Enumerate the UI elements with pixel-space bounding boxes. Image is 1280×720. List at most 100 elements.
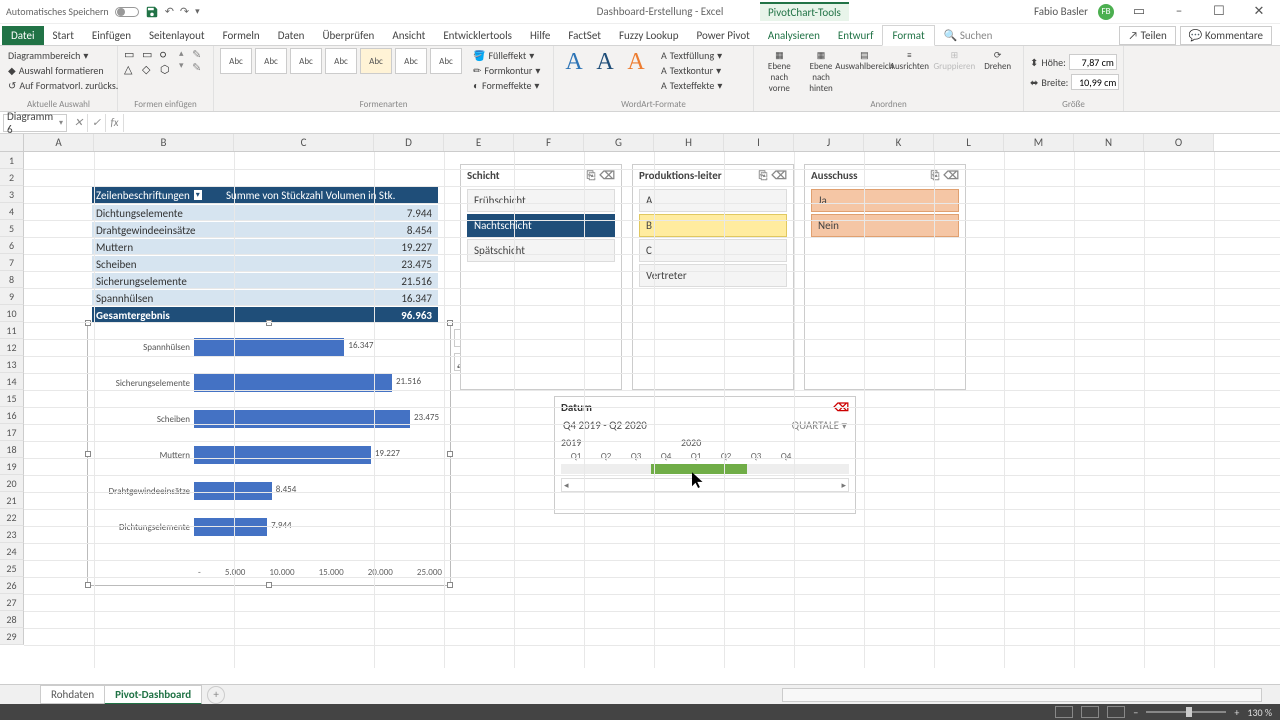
row-header[interactable]: 12 — [0, 339, 24, 356]
row-header[interactable]: 3 — [0, 186, 24, 203]
selection-pane-button[interactable]: ▤Auswahlbereich — [843, 48, 885, 74]
multiselect-icon[interactable]: ⎘ — [587, 169, 596, 183]
row-header[interactable]: 2 — [0, 169, 24, 186]
sheet-tab-pivot[interactable]: Pivot-Dashboard — [104, 685, 202, 705]
timeline-scrollbar[interactable]: ◂▸ — [561, 478, 849, 492]
normal-view-icon[interactable] — [1055, 706, 1073, 718]
qat-more-icon[interactable]: ▾ — [195, 6, 200, 17]
row-header[interactable]: 23 — [0, 526, 24, 543]
tab-daten[interactable]: Daten — [269, 26, 314, 45]
height-input[interactable] — [1069, 54, 1117, 70]
tab-powerpivot[interactable]: Power Pivot — [687, 26, 758, 45]
column-header[interactable]: K — [864, 134, 934, 151]
tab-analysieren[interactable]: Analysieren — [759, 26, 829, 45]
column-header[interactable]: C — [234, 134, 374, 151]
multiselect-icon[interactable]: ⎘ — [759, 169, 768, 183]
column-header[interactable]: J — [794, 134, 864, 151]
row-header[interactable]: 20 — [0, 475, 24, 492]
undo-icon[interactable]: ↶ — [165, 5, 174, 18]
spreadsheet-grid[interactable]: 1234567891011121314151617181920212223242… — [0, 152, 1280, 668]
tab-suchen[interactable]: 🔍 Suchen — [935, 26, 1002, 45]
text-outline-button[interactable]: A Textkontur ▾ — [659, 63, 724, 78]
pivot-filter-icon[interactable]: ▾ — [194, 190, 202, 200]
close-icon[interactable]: ✕ — [1244, 2, 1274, 22]
tab-datei[interactable]: Datei — [2, 26, 44, 45]
column-header[interactable]: B — [94, 134, 234, 151]
tab-fuzzy[interactable]: Fuzzy Lookup — [610, 26, 688, 45]
page-break-view-icon[interactable] — [1107, 706, 1125, 718]
wordart-style-c[interactable]: A — [622, 48, 650, 76]
slicer-item[interactable]: Nein — [811, 214, 959, 237]
column-header[interactable]: A — [24, 134, 94, 151]
row-header[interactable]: 13 — [0, 356, 24, 373]
row-header[interactable]: 22 — [0, 509, 24, 526]
row-header[interactable]: 25 — [0, 560, 24, 577]
multiselect-icon[interactable]: ⎘ — [931, 169, 940, 183]
row-header[interactable]: 24 — [0, 543, 24, 560]
row-header[interactable]: 11 — [0, 322, 24, 339]
tab-einfuegen[interactable]: Einfügen — [83, 26, 140, 45]
wordart-style-b[interactable]: A — [591, 48, 619, 76]
tab-ansicht[interactable]: Ansicht — [383, 26, 434, 45]
shape-effects-button[interactable]: ◐ Formeffekte ▾ — [471, 78, 542, 93]
column-header[interactable]: H — [654, 134, 724, 151]
row-header[interactable]: 1 — [0, 152, 24, 169]
column-header[interactable]: G — [584, 134, 654, 151]
zoom-slider[interactable] — [1146, 711, 1226, 713]
user-avatar[interactable]: FB — [1098, 4, 1114, 20]
row-header[interactable]: 16 — [0, 407, 24, 424]
shape-styles-gallery[interactable]: Abc Abc Abc Abc Abc Abc Abc — [220, 48, 462, 74]
tab-seitenlayout[interactable]: Seitenlayout — [140, 26, 214, 45]
zoom-in-icon[interactable]: + — [1234, 706, 1239, 719]
add-sheet-button[interactable]: + — [207, 686, 225, 704]
text-effects-button[interactable]: A Texteffekte ▾ — [659, 78, 724, 93]
pivot-row[interactable]: Scheiben23.475 — [92, 255, 438, 272]
pivot-row[interactable]: Drahtgewindeeinsätze8.454 — [92, 221, 438, 238]
page-layout-view-icon[interactable] — [1081, 706, 1099, 718]
tab-format[interactable]: Format — [882, 25, 934, 46]
slicer-item[interactable]: B — [639, 214, 787, 237]
select-all-corner[interactable] — [0, 134, 24, 151]
pivot-row[interactable]: Sicherungselemente21.516 — [92, 272, 438, 289]
column-header[interactable]: E — [444, 134, 514, 151]
redo-icon[interactable]: ↷ — [180, 5, 189, 18]
ribbon-display-icon[interactable]: ▭ — [1124, 2, 1154, 22]
bring-forward-button[interactable]: ▦Ebene nach vorne — [760, 48, 799, 96]
pivot-chart[interactable]: + 🖌 Spannhülsen16.347Sicherungselemente2… — [87, 322, 451, 586]
row-header[interactable]: 10 — [0, 305, 24, 322]
horizontal-scrollbar[interactable] — [782, 688, 1262, 702]
row-header[interactable]: 4 — [0, 203, 24, 220]
row-header[interactable]: 7 — [0, 254, 24, 271]
row-header[interactable]: 21 — [0, 492, 24, 509]
reset-style-button[interactable]: ↺ Auf Formatvorl. zurücks. — [6, 78, 111, 93]
row-header[interactable]: 26 — [0, 577, 24, 594]
autosave-toggle[interactable] — [115, 7, 139, 17]
zoom-out-icon[interactable]: − — [1133, 706, 1138, 719]
enter-fx-icon[interactable]: ✓ — [88, 114, 106, 132]
slicer-item[interactable]: Nachtschicht — [467, 214, 615, 237]
pivot-row[interactable]: Spannhülsen16.347 — [92, 289, 438, 306]
pivot-row[interactable]: Muttern19.227 — [92, 238, 438, 255]
tab-factset[interactable]: FactSet — [559, 26, 610, 45]
name-box[interactable]: Diagramm 6▾ — [3, 114, 67, 132]
timeline-track[interactable] — [561, 464, 849, 474]
row-header[interactable]: 29 — [0, 628, 24, 645]
tab-entwurf[interactable]: Entwurf — [829, 26, 883, 45]
save-icon[interactable] — [145, 5, 159, 19]
tab-start[interactable]: Start — [44, 26, 83, 45]
text-fill-button[interactable]: A Textfüllung ▾ — [659, 48, 724, 63]
row-header[interactable]: 18 — [0, 441, 24, 458]
row-header[interactable]: 14 — [0, 373, 24, 390]
slicer-item[interactable]: Ja — [811, 189, 959, 212]
row-header[interactable]: 5 — [0, 220, 24, 237]
chart-element-dropdown[interactable]: Diagrammbereich ▾ — [6, 48, 111, 63]
row-header[interactable]: 6 — [0, 237, 24, 254]
send-backward-button[interactable]: ▦Ebene nach hinten — [802, 48, 841, 96]
column-header[interactable]: L — [934, 134, 1004, 151]
clear-filter-icon[interactable]: ⌫ — [943, 169, 959, 183]
row-header[interactable]: 27 — [0, 594, 24, 611]
formula-input[interactable] — [124, 114, 1280, 132]
row-header[interactable]: 15 — [0, 390, 24, 407]
share-button[interactable]: ↗ Teilen — [1119, 26, 1175, 45]
column-header[interactable]: M — [1004, 134, 1074, 151]
